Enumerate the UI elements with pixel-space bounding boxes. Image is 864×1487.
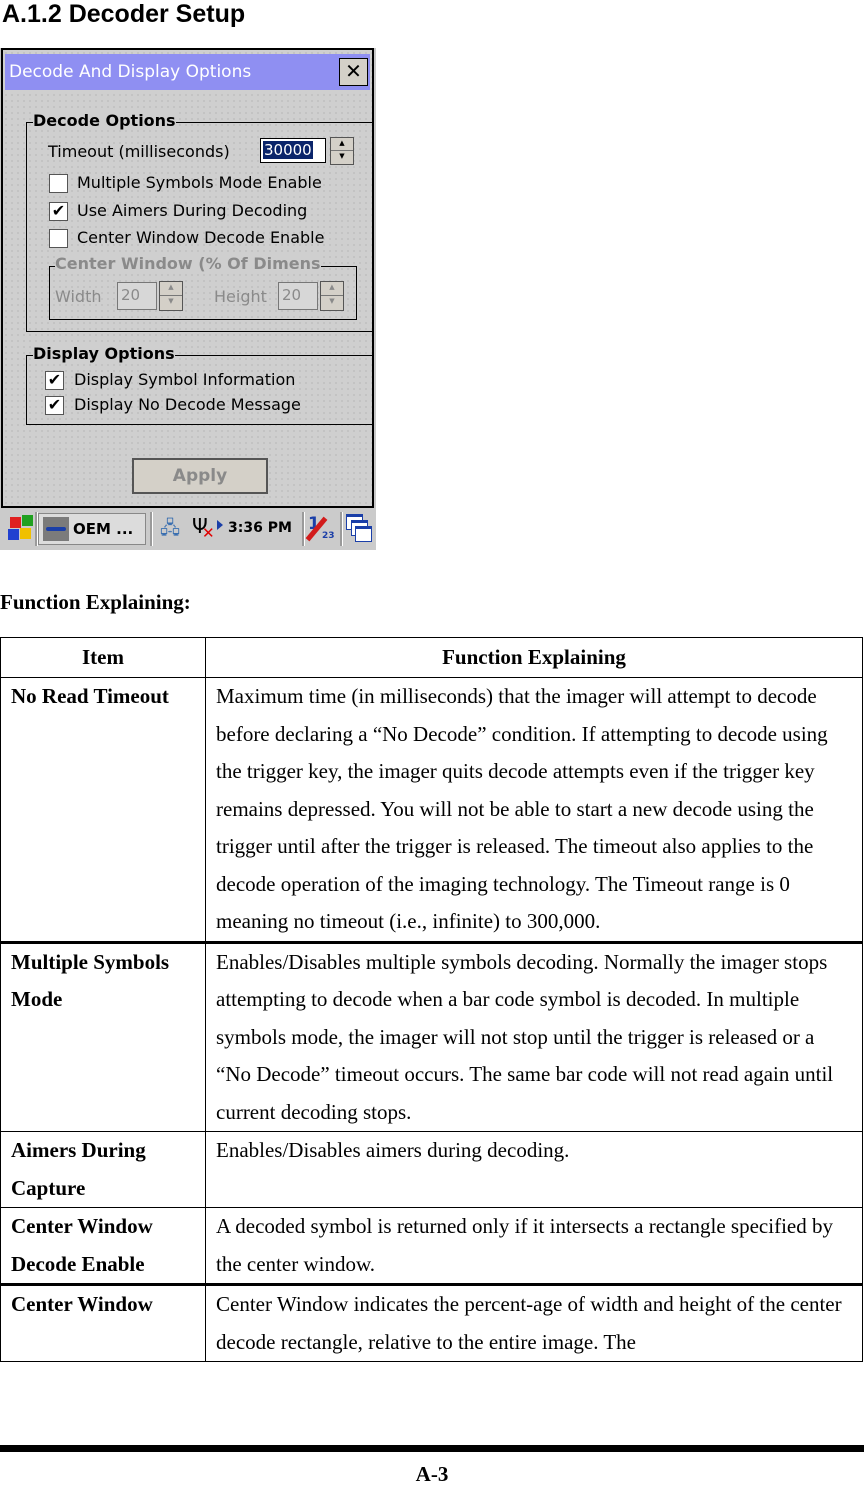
table-row: Multiple Symbols Mode Enables/Disables m… (0, 940, 863, 1132)
oem-app-icon (43, 517, 69, 541)
header-item: Item (0, 637, 206, 678)
input-panel-icon[interactable]: 1 23 (305, 514, 336, 546)
decode-options-label: Decode Options (33, 111, 176, 130)
display-no-decode-checkbox[interactable]: ✔ (45, 396, 64, 415)
checkmark-icon: ✔ (47, 395, 62, 414)
width-value: 20 (121, 286, 141, 304)
height-input[interactable]: 20 (278, 282, 318, 310)
taskbar-separator (150, 512, 153, 546)
spin-up-icon[interactable]: ▲ (160, 282, 182, 296)
header-function-explaining: Function Explaining (205, 637, 863, 678)
center-window-enable-checkbox[interactable] (49, 229, 68, 248)
timeout-label: Timeout (milliseconds) (48, 142, 230, 161)
taskbar-separator (340, 512, 343, 546)
height-label: Height (214, 287, 267, 306)
width-label: Width (55, 287, 102, 306)
row-description: Enables/Disables multiple symbols decodi… (205, 940, 863, 1132)
height-value: 20 (282, 286, 302, 304)
row-item: Aimers During Capture (0, 1131, 206, 1208)
table-header-row: Item Function Explaining (0, 637, 863, 678)
row-item: Multiple Symbols Mode (0, 940, 206, 1132)
clock[interactable]: 3:36 PM (228, 520, 292, 552)
spin-down-icon[interactable]: ▼ (321, 296, 343, 310)
multiple-symbols-label: Multiple Symbols Mode Enable (77, 173, 322, 192)
display-symbol-info-label: Display Symbol Information (74, 370, 296, 389)
network-icon[interactable]: 🖧 (160, 516, 190, 548)
taskbar-separator (302, 512, 305, 546)
table-row: No Read Timeout Maximum time (in millise… (0, 677, 863, 943)
row-description: A decoded symbol is returned only if it … (205, 1207, 863, 1285)
row-description: Center Window indicates the percent-age … (205, 1283, 863, 1362)
function-table: Item Function Explaining No Read Timeout… (0, 637, 863, 1362)
oem-task-button[interactable]: OEM ... (38, 513, 146, 545)
use-aimers-label: Use Aimers During Decoding (77, 201, 308, 220)
close-icon: ✕ (345, 59, 362, 83)
cascade-windows-icon[interactable] (346, 514, 372, 542)
spin-down-icon[interactable]: ▼ (160, 296, 182, 310)
row-item: Center Window (0, 1283, 206, 1362)
use-aimers-checkbox[interactable]: ✔ (49, 202, 68, 221)
display-no-decode-label: Display No Decode Message (74, 395, 301, 414)
decode-display-options-dialog: Decode And Display Options ✕ Decode Opti… (1, 48, 374, 508)
dialog-titlebar: Decode And Display Options ✕ (5, 54, 370, 90)
function-explaining-heading: Function Explaining: (0, 590, 191, 614)
apply-button[interactable]: Apply (132, 458, 268, 494)
timeout-value: 30000 (263, 141, 313, 159)
width-spinner[interactable]: ▲ ▼ (159, 281, 183, 311)
width-input[interactable]: 20 (117, 282, 157, 310)
row-description: Enables/Disables aimers during decoding. (205, 1131, 863, 1208)
device-screenshot: Decode And Display Options ✕ Decode Opti… (0, 48, 376, 550)
row-description: Maximum time (in milliseconds) that the … (205, 677, 863, 943)
center-window-label: Center Window (% Of Dimens (55, 254, 321, 273)
taskbar: OEM ... 🖧 Ψ ✕ 3:36 PM 1 23 (0, 508, 376, 550)
row-item: Center Window Decode Enable (0, 1207, 206, 1285)
table-row: Aimers During Capture Enables/Disables a… (0, 1131, 863, 1208)
table-row: Center Window Center Window indicates th… (0, 1283, 863, 1362)
table-row: Center Window Decode Enable A decoded sy… (0, 1207, 863, 1285)
spin-up-icon[interactable]: ▲ (331, 138, 353, 151)
oem-task-label: OEM ... (73, 520, 134, 538)
multiple-symbols-checkbox[interactable] (49, 174, 68, 193)
checkmark-icon: ✔ (51, 201, 66, 220)
height-spinner[interactable]: ▲ ▼ (320, 281, 344, 311)
dialog-title: Decode And Display Options (9, 62, 252, 82)
center-window-enable-label: Center Window Decode Enable (77, 228, 325, 247)
display-options-label: Display Options (33, 344, 175, 363)
display-symbol-info-checkbox[interactable]: ✔ (45, 371, 64, 390)
windows-flag-icon[interactable] (4, 513, 34, 545)
spin-up-icon[interactable]: ▲ (321, 282, 343, 296)
display-options-group (26, 355, 374, 425)
checkmark-icon: ✔ (47, 370, 62, 389)
timeout-input[interactable]: 30000 (260, 138, 326, 163)
close-button[interactable]: ✕ (339, 58, 368, 86)
page-number: A-3 (415, 1462, 449, 1486)
spin-down-icon[interactable]: ▼ (331, 151, 353, 164)
antenna-no-signal-icon[interactable]: Ψ ✕ (192, 514, 216, 546)
footer-rule (0, 1445, 864, 1452)
row-item: No Read Timeout (0, 677, 206, 943)
timeout-spinner[interactable]: ▲ ▼ (330, 137, 354, 165)
section-title: A.1.2 Decoder Setup (2, 0, 246, 28)
